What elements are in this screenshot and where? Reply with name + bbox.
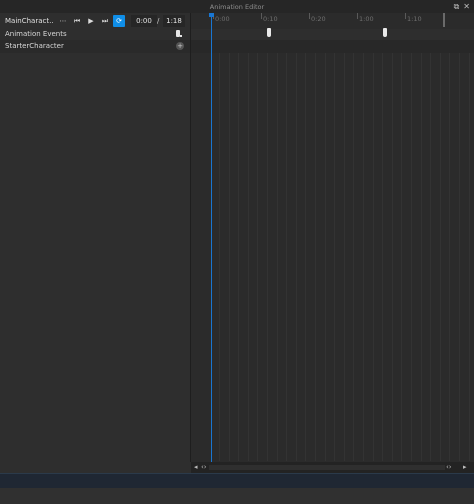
grid-line [238,53,239,461]
grid-line [344,53,345,461]
grid-line [421,53,422,461]
scroll-left-icon[interactable]: ◂ [194,464,198,471]
ruler-tick [261,13,262,19]
grid-line [296,53,297,461]
grid-line [229,53,230,461]
grid-line [411,53,412,461]
ruler-tick [405,13,406,19]
grid-line [363,53,364,461]
grid-line [219,53,220,461]
event-marker[interactable] [383,28,387,37]
loop-icon[interactable]: ⟳ [113,15,125,27]
zoom-handle-icon[interactable]: ‹› [201,464,207,471]
event-marker[interactable] [267,28,271,37]
grid-line [315,53,316,461]
ruler-label: 0:00 [215,15,230,23]
ruler-label: 1:10 [407,15,422,23]
grid-line [248,53,249,461]
zoom-handle-icon[interactable]: ‹› [446,464,452,471]
time-separator: / [157,17,160,25]
grid-line [277,53,278,461]
track-animation-events[interactable]: Animation Events [0,29,190,40]
timeline-panel[interactable]: 0:00 0:10 0:20 1:00 1:10 [191,13,474,462]
grid-line [353,53,354,461]
window-title: Animation Editor [209,2,265,11]
total-time-input[interactable]: 1:18 [163,15,185,27]
end-marker[interactable] [443,13,445,27]
ruler-label: 0:20 [311,15,326,23]
skip-forward-icon[interactable]: ⏭ [99,15,111,27]
event-toggle-icon[interactable] [176,30,182,37]
grid-line [325,53,326,461]
more-dots-icon[interactable]: ⋯ [57,15,69,27]
grid-line [392,53,393,461]
footer-area [0,488,474,504]
ruler-tick [309,13,310,19]
track-starter-character[interactable]: StarterCharacter + [0,40,190,53]
grid-line [440,53,441,461]
close-icon[interactable]: ✕ [463,2,470,11]
grid-line [459,53,460,461]
timeline-scrollbar[interactable]: ◂ ‹› ‹› ▸ [191,462,474,473]
scroll-right-icon[interactable]: ▸ [463,464,467,471]
skip-back-icon[interactable]: ⏮ [71,15,83,27]
window-controls: ⧉ ✕ [454,0,470,13]
events-lane[interactable] [191,29,474,40]
playback-toolbar: MainCharact… ⋯ ⏮ ▶ ⏭ ⟳ 0:00 / 1:18 [0,13,190,29]
track-list-panel: MainCharact… ⋯ ⏮ ▶ ⏭ ⟳ 0:00 / 1:18 Anima… [0,13,191,462]
grid-line [267,53,268,461]
character-lane[interactable] [191,40,474,53]
add-icon[interactable]: + [176,42,184,50]
grid-line [430,53,431,461]
grid-line [449,53,450,461]
ruler-label: 1:00 [359,15,374,23]
time-ruler[interactable]: 0:00 0:10 0:20 1:00 1:10 [191,13,474,29]
play-icon[interactable]: ▶ [85,15,97,27]
ruler-label: 0:10 [263,15,278,23]
popout-icon[interactable]: ⧉ [454,2,460,11]
track-label: Animation Events [5,30,67,38]
window-titlebar: Animation Editor ⧉ ✕ [0,0,474,14]
current-time-input[interactable]: 0:00 [131,15,157,27]
grid-line [305,53,306,461]
rig-name-label[interactable]: MainCharact… [5,17,53,25]
grid-line [334,53,335,461]
track-label: StarterCharacter [5,42,64,50]
ruler-tick [357,13,358,19]
grid-line [469,53,470,461]
grid-line [382,53,383,461]
grid-line [373,53,374,461]
scrollbar-thumb[interactable] [209,465,445,470]
grid-line [286,53,287,461]
playhead[interactable] [211,13,212,462]
grid-line [257,53,258,461]
status-strip [0,473,474,488]
grid-line [401,53,402,461]
